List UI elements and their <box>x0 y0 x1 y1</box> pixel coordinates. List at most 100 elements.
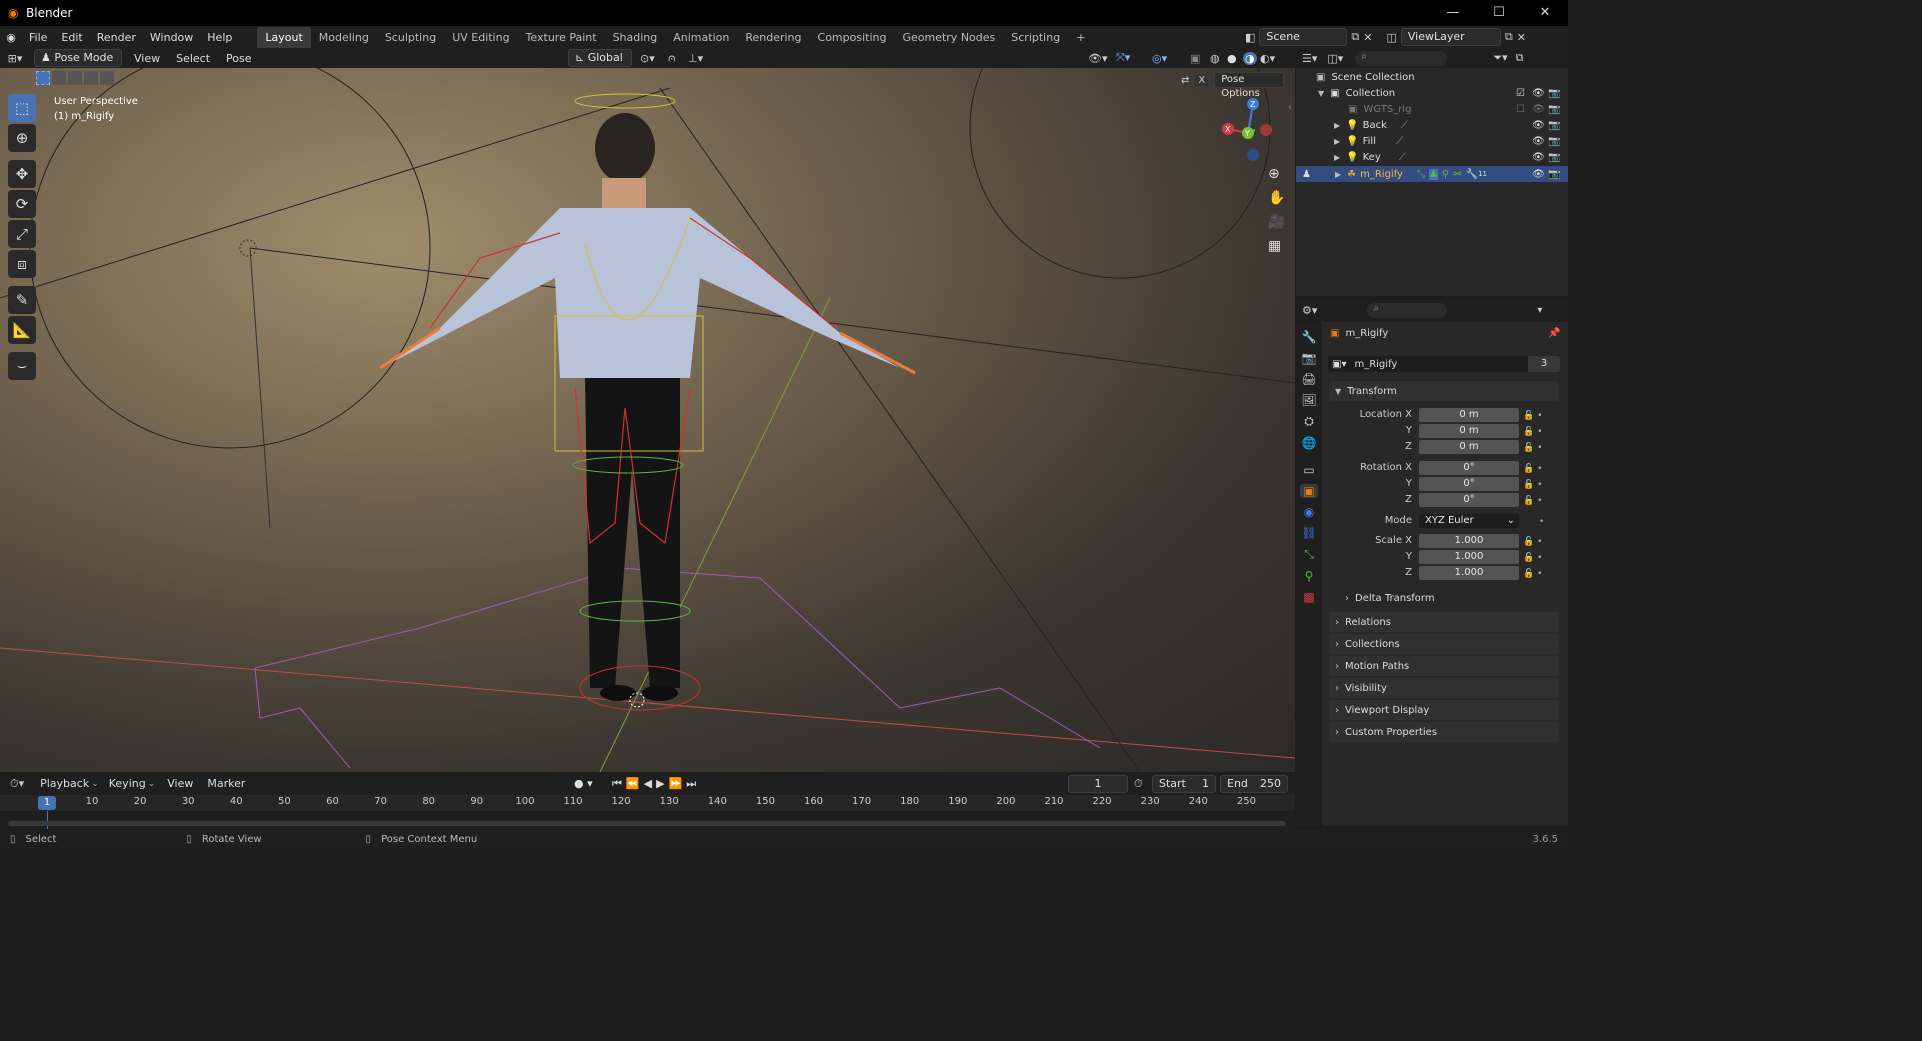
collection-tab-icon[interactable]: ▭ <box>1303 463 1314 477</box>
select-new-icon[interactable] <box>36 71 50 85</box>
move-tool-icon[interactable]: ✥ <box>8 160 36 188</box>
expand-arrow-icon[interactable]: ▶ <box>1335 170 1341 179</box>
properties-search-input[interactable]: ⌕ <box>1367 302 1448 318</box>
ortho-grid-icon[interactable]: ▦ <box>1268 238 1285 254</box>
armature-data-tab-icon[interactable]: ⤡ <box>1304 547 1314 562</box>
mode-selector[interactable]: ♟ Pose Mode <box>34 49 122 67</box>
xray-icon[interactable]: ▣ <box>1190 52 1200 65</box>
lock-icon[interactable]: 🔓 • <box>1523 566 1544 582</box>
tab-shading[interactable]: Shading <box>605 27 666 48</box>
transform-tool-icon[interactable]: ⧈ <box>8 250 36 278</box>
camera-icon[interactable]: 📷 <box>1548 169 1560 180</box>
record-icon[interactable]: ● ▾ <box>574 777 593 790</box>
scale-x-field[interactable]: 1.000 <box>1419 534 1519 548</box>
lock-icon[interactable]: 🔓 • <box>1523 550 1544 566</box>
lock-icon[interactable]: 🔓 • <box>1523 534 1544 550</box>
menu-playback[interactable]: Playback <box>40 777 89 790</box>
rotate-tool-icon[interactable]: ⟳ <box>8 190 36 218</box>
tab-scripting[interactable]: Scripting <box>1003 27 1068 48</box>
camera-icon[interactable]: 📷 <box>1548 88 1560 99</box>
location-z-field[interactable]: 0 m <box>1419 440 1519 454</box>
timeline-scrollbar[interactable] <box>8 821 1286 826</box>
lock-icon[interactable]: 🔓 • <box>1523 493 1544 509</box>
transform-orientation-selector[interactable]: ⊾ Global <box>568 49 632 67</box>
outliner-row-collection[interactable]: ▼ ▣ Collection ☑ 👁 📷 <box>1296 85 1568 101</box>
rotation-z-field[interactable]: 0° <box>1419 493 1519 507</box>
close-button[interactable]: ✕ <box>1522 0 1568 26</box>
lock-icon[interactable]: 🔓 • <box>1523 408 1544 424</box>
filter-icon[interactable]: ⏷▾ <box>1493 51 1507 65</box>
menu-pose[interactable]: Pose <box>218 52 259 65</box>
wireframe-shading-icon[interactable]: ◍ <box>1210 52 1220 65</box>
outliner-row-wgts-rig[interactable]: ▣ WGTS_rig ☐ 👁 📷 <box>1296 101 1568 117</box>
output-tab-icon[interactable]: 🖨 <box>1301 372 1316 386</box>
world-tab-icon[interactable]: 🌐 <box>1302 436 1317 450</box>
lock-icon[interactable]: 🔓 • <box>1523 440 1544 456</box>
current-frame-field[interactable]: 1 <box>1068 775 1128 793</box>
rendered-shading-icon[interactable]: ◐▾ <box>1260 52 1275 65</box>
eye-icon[interactable]: 👁 <box>1532 136 1545 147</box>
menu-timeline-view[interactable]: View <box>167 777 193 790</box>
end-frame-field[interactable]: End 250 <box>1220 775 1288 793</box>
datablock-name-field[interactable]: m_Rigify <box>1354 359 1397 370</box>
add-workspace-button[interactable]: + <box>1068 27 1093 48</box>
zoom-icon[interactable]: ⊕ <box>1268 166 1285 182</box>
location-x-field[interactable]: 0 m <box>1419 408 1519 422</box>
tab-animation[interactable]: Animation <box>665 27 737 48</box>
annotate-tool-icon[interactable]: ✎ <box>8 286 36 314</box>
tab-sculpting[interactable]: Sculpting <box>377 27 444 48</box>
overlay-toggle-icon[interactable]: ◎▾ <box>1152 52 1167 65</box>
expand-arrow-icon[interactable]: ▶ <box>1334 121 1340 130</box>
cursor-tool-icon[interactable]: ⊕ <box>8 124 36 152</box>
outliner-row-back[interactable]: ▶ 💡 Back ⟋ 👁 📷 <box>1296 117 1568 133</box>
3d-viewport[interactable]: User Perspective (1) m_Rigify ⇄ X Pose O… <box>0 68 1295 772</box>
eye-icon[interactable]: 👁 <box>1532 104 1545 115</box>
editor-type-icon[interactable]: ⊞▾ <box>0 52 30 65</box>
jump-end-icon[interactable]: ⏭ <box>686 777 700 790</box>
checkbox-icon[interactable]: ☐ <box>1516 104 1525 115</box>
lock-icon[interactable]: 🔓 • <box>1523 461 1544 477</box>
select-subtract-icon[interactable] <box>68 71 82 85</box>
expand-arrow-icon[interactable]: ▼ <box>1318 89 1324 98</box>
tab-compositing[interactable]: Compositing <box>810 27 895 48</box>
camera-view-icon[interactable]: 🎥 <box>1268 214 1285 230</box>
play-reverse-icon[interactable]: ◀ <box>644 777 656 790</box>
properties-editor-type-icon[interactable]: ⚙▾ <box>1302 304 1317 317</box>
camera-icon[interactable]: 📷 <box>1548 104 1560 115</box>
measure-tool-icon[interactable]: 📐 <box>8 316 36 344</box>
menu-window[interactable]: Window <box>143 31 200 44</box>
tab-geometry-nodes[interactable]: Geometry Nodes <box>894 27 1003 48</box>
outliner-row-key[interactable]: ▶ 💡 Key ⟋ 👁 📷 <box>1296 149 1568 165</box>
bone-roll-tool-icon[interactable]: ⌣ <box>8 352 36 380</box>
tab-rendering[interactable]: Rendering <box>737 27 809 48</box>
keyframe-dot-icon[interactable]: • <box>1523 514 1544 530</box>
constraints-tab-icon[interactable]: ⛓ <box>1301 526 1316 540</box>
eye-icon[interactable]: 👁 <box>1532 88 1545 99</box>
texture-tab-icon[interactable]: ▩ <box>1303 590 1314 604</box>
delete-view-layer-icon[interactable]: ✕ <box>1517 31 1526 44</box>
outliner-row-scene-collection[interactable]: ▣ Scene Collection <box>1296 69 1568 85</box>
tool-tab-icon[interactable]: 🔧 <box>1302 330 1317 344</box>
clock-icon[interactable]: ⏱ <box>1134 777 1143 791</box>
rotation-mode-dropdown[interactable]: XYZ Euler ⌄ <box>1419 514 1519 528</box>
scale-z-field[interactable]: 1.000 <box>1419 566 1519 580</box>
tab-layout[interactable]: Layout <box>257 27 311 48</box>
collections-panel-header[interactable]: › Collections <box>1329 634 1559 654</box>
pivot-point-icon[interactable]: ⊙▾ <box>640 52 655 65</box>
jump-start-icon[interactable]: ⏮ <box>612 777 626 790</box>
menu-file[interactable]: File <box>22 31 54 44</box>
navigation-gizmo[interactable]: Z X Y <box>1220 96 1284 162</box>
blender-menu-icon[interactable]: ◉ <box>0 31 22 44</box>
options-dropdown-icon[interactable]: ▾ <box>1537 305 1542 316</box>
delta-transform-subpanel[interactable]: › Delta Transform <box>1345 593 1435 604</box>
next-keyframe-icon[interactable]: ⏩ <box>669 777 687 790</box>
new-collection-icon[interactable]: ⧉ <box>1516 51 1524 65</box>
menu-keying[interactable]: Keying <box>109 777 146 790</box>
user-count[interactable]: 3 <box>1528 356 1560 372</box>
bone-tab-icon[interactable]: ⚲ <box>1305 569 1314 583</box>
new-scene-icon[interactable]: ⧉ <box>1351 30 1359 44</box>
menu-marker[interactable]: Marker <box>207 777 245 790</box>
menu-view[interactable]: View <box>122 52 168 65</box>
camera-icon[interactable]: 📷 <box>1548 152 1560 163</box>
menu-help[interactable]: Help <box>200 31 239 44</box>
